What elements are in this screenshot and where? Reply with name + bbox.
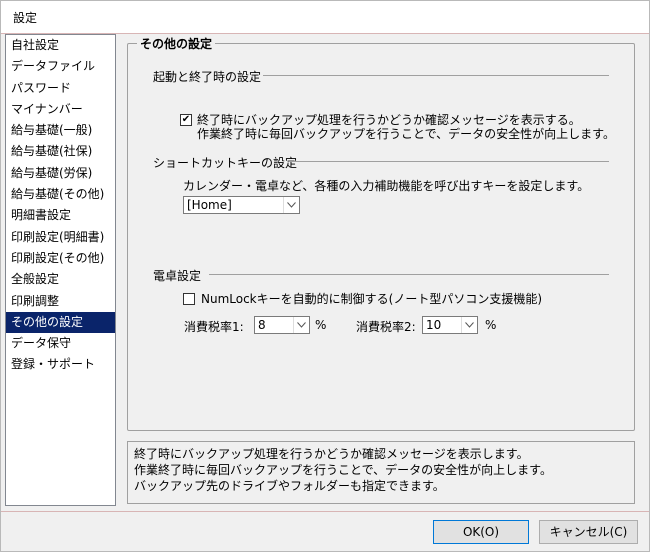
cancel-button[interactable]: キャンセル(C) <box>539 520 638 544</box>
tax-rate-2-select[interactable]: 10 <box>422 316 478 334</box>
chevron-down-icon[interactable] <box>283 197 299 213</box>
tax-rate-1-value: 8 <box>258 318 266 332</box>
sidebar-item-salary-general[interactable]: 給与基礎(一般) <box>6 120 115 141</box>
sidebar-item-print-statement[interactable]: 印刷設定(明細書) <box>6 227 115 248</box>
tax-rate-2-value: 10 <box>426 318 442 332</box>
sidebar-item-other[interactable]: その他の設定 <box>6 311 115 334</box>
sidebar-item-registration[interactable]: 登録・サポート <box>6 354 115 375</box>
calculator-section-title: 電卓設定 <box>153 269 202 283</box>
ok-button[interactable]: OK(O) <box>433 520 529 544</box>
help-text-box: 終了時にバックアップ処理を行うかどうか確認メッセージを表示します。 作業終了時に… <box>127 441 635 504</box>
tax-rate-1-percent: % <box>315 318 327 332</box>
numlock-checkbox[interactable] <box>183 293 195 305</box>
backup-confirm-checkbox[interactable]: ✔ <box>180 114 192 126</box>
panel-title: その他の設定 <box>137 35 216 52</box>
shortcut-key-select[interactable]: [Home] <box>183 196 300 214</box>
chevron-down-icon[interactable] <box>293 317 309 333</box>
startup-section-title: 起動と終了時の設定 <box>153 70 262 84</box>
title-bar: 設定 <box>1 1 649 33</box>
shortcut-description: カレンダー・電卓など、各種の入力補助機能を呼び出すキーを設定します。 <box>183 179 590 193</box>
settings-panel <box>127 43 635 431</box>
footer-divider <box>1 511 649 512</box>
tax-rate-1-select[interactable]: 8 <box>254 316 310 334</box>
sidebar-item-password[interactable]: パスワード <box>6 78 115 99</box>
shortcut-key-value: [Home] <box>187 198 232 212</box>
startup-divider <box>263 75 609 76</box>
backup-confirm-sublabel: 作業終了時に毎回バックアップを行うことで、データの安全性が向上します。 <box>197 127 615 141</box>
settings-window: 設定 自社設定 データファイル パスワード マイナンバー 給与基礎(一般) 給与… <box>0 0 650 552</box>
chevron-down-icon[interactable] <box>461 317 477 333</box>
calculator-divider <box>209 274 609 275</box>
window-title: 設定 <box>13 11 38 25</box>
tax-rate-2-label: 消費税率2: <box>356 320 416 334</box>
help-line-2: 作業終了時に毎回バックアップを行うことで、データの安全性が向上します。 <box>134 463 552 477</box>
help-line-3: バックアップ先のドライブやフォルダーも指定できます。 <box>134 479 445 493</box>
sidebar-item-print-other[interactable]: 印刷設定(その他) <box>6 248 115 269</box>
sidebar-item-company[interactable]: 自社設定 <box>6 35 115 56</box>
sidebar-item-salary-other[interactable]: 給与基礎(その他) <box>6 184 115 205</box>
shortcut-divider <box>289 161 609 162</box>
sidebar-item-general[interactable]: 全般設定 <box>6 269 115 290</box>
sidebar-item-salary-social[interactable]: 給与基礎(社保) <box>6 141 115 162</box>
sidebar-item-my-number[interactable]: マイナンバー <box>6 99 115 120</box>
tax-rate-2-percent: % <box>485 318 497 332</box>
sidebar: 自社設定 データファイル パスワード マイナンバー 給与基礎(一般) 給与基礎(… <box>5 34 116 506</box>
numlock-label: NumLockキーを自動的に制御する(ノート型パソコン支援機能) <box>201 292 543 306</box>
help-line-1: 終了時にバックアップ処理を行うかどうか確認メッセージを表示します。 <box>134 447 529 461</box>
sidebar-item-data-file[interactable]: データファイル <box>6 56 115 77</box>
sidebar-item-salary-labor[interactable]: 給与基礎(労保) <box>6 163 115 184</box>
tax-rate-1-label: 消費税率1: <box>184 320 244 334</box>
sidebar-item-print-adjust[interactable]: 印刷調整 <box>6 291 115 312</box>
sidebar-item-maintenance[interactable]: データ保守 <box>6 333 115 354</box>
shortcut-section-title: ショートカットキーの設定 <box>153 156 298 170</box>
sidebar-item-statement[interactable]: 明細書設定 <box>6 205 115 226</box>
